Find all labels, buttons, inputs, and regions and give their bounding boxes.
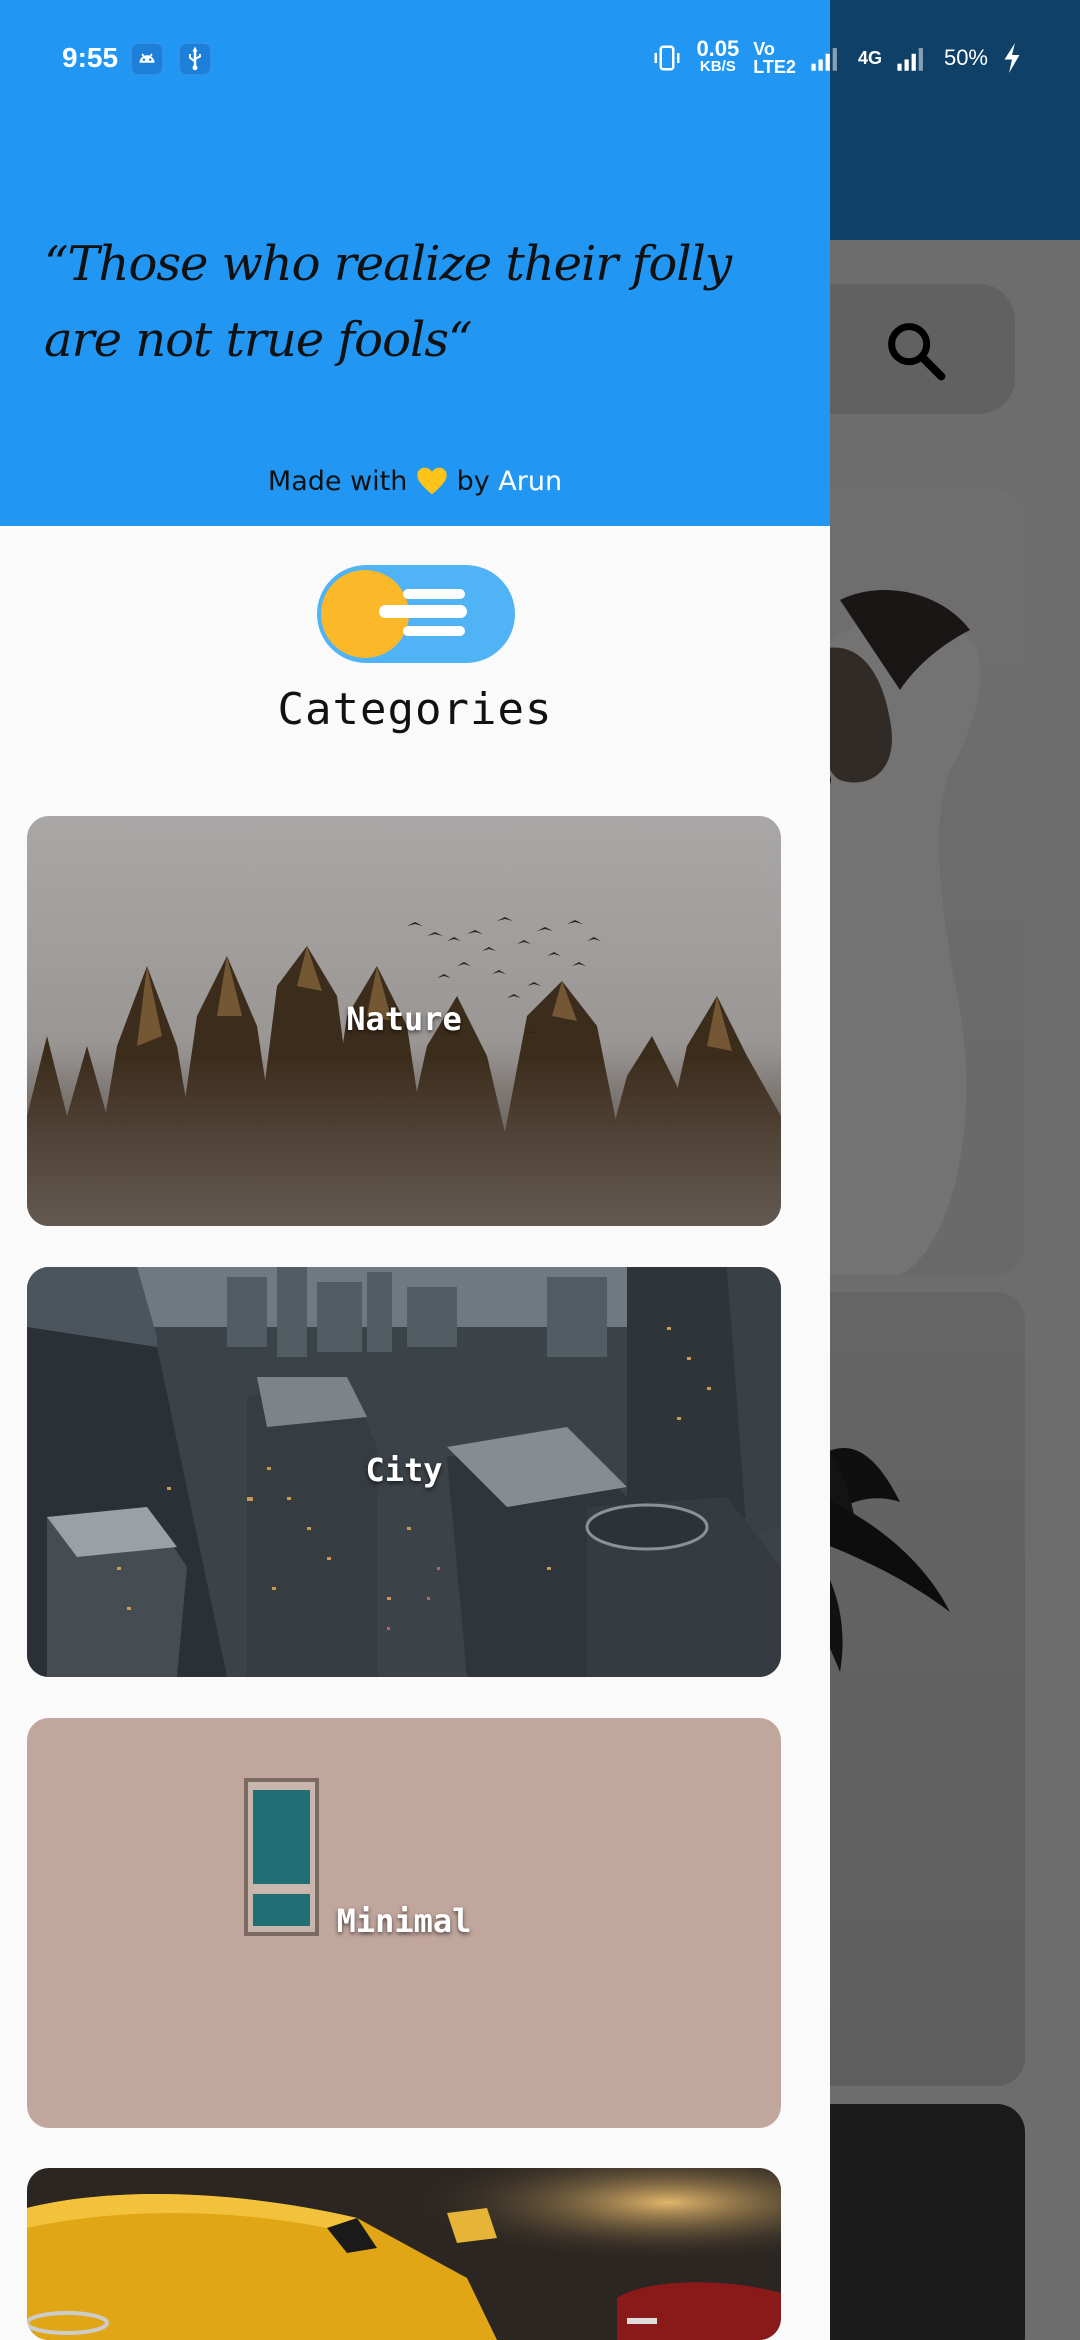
heart-icon — [417, 467, 447, 495]
menu-toggle-icon[interactable] — [317, 565, 515, 663]
cars-image — [27, 2168, 781, 2340]
categories-title: Categories — [277, 684, 553, 735]
category-card-minimal[interactable]: Minimal — [27, 1718, 781, 2128]
volte-top: Vo — [753, 39, 775, 59]
volte-bottom: LTE2 — [753, 57, 796, 77]
network-speed: 0.05 KB/S — [696, 36, 740, 76]
signal-icon — [897, 48, 923, 71]
volte-indicator: Vo LTE2 — [753, 40, 796, 76]
category-card-nature[interactable]: Nature — [27, 816, 781, 1226]
status-time: 9:55 — [62, 42, 119, 73]
status-bar: 9:55 0.05 KB/S Vo LTE2 4G 50% — [0, 0, 1080, 86]
author-name[interactable]: Arun — [498, 466, 562, 497]
made-with-by: by — [456, 466, 490, 497]
network-speed-value: 0.05 — [696, 36, 740, 61]
signal-icon — [811, 48, 837, 71]
android-icon — [130, 42, 164, 76]
quote-text: “Those who realize their folly are not t… — [44, 236, 732, 368]
category-label: City — [365, 1451, 443, 1489]
category-card-cars[interactable] — [27, 2168, 781, 2340]
status-icons: 0.05 KB/S Vo LTE2 4G 50% — [652, 36, 1022, 76]
category-card-city[interactable]: City — [27, 1267, 781, 1677]
category-label: Minimal — [336, 1902, 472, 1940]
network-type: 4G — [857, 47, 882, 68]
category-label: Nature — [346, 1000, 462, 1038]
network-speed-unit: KB/S — [699, 58, 736, 75]
made-with-label: Made with — [267, 466, 408, 497]
navigation-drawer: “Those who realize their folly are not t… — [0, 0, 830, 2340]
battery-level: 50% — [943, 45, 988, 70]
charging-icon — [1004, 43, 1020, 73]
usb-icon — [178, 42, 212, 76]
vibrate-icon — [654, 45, 680, 71]
made-with-credit: Made with by Arun — [0, 466, 830, 497]
